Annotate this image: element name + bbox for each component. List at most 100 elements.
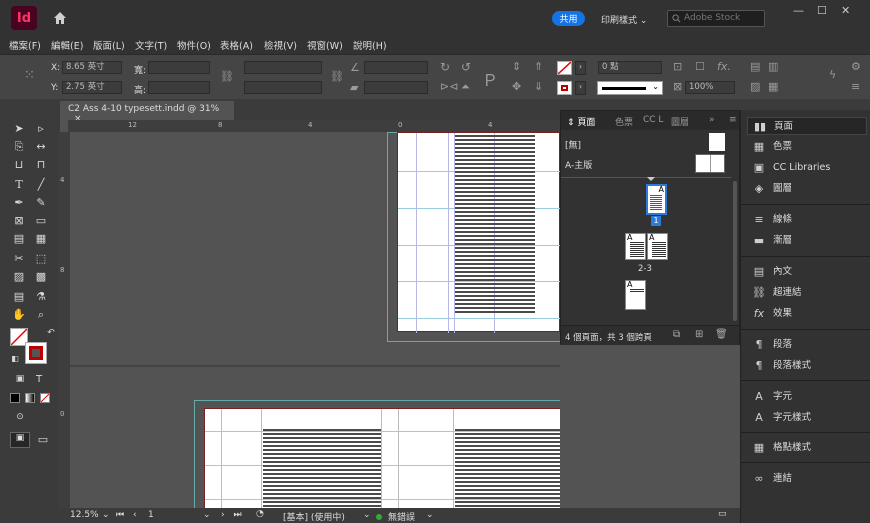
preview-toggle-icon[interactable]: ⊙ <box>12 412 28 422</box>
table-tool-icon[interactable]: ▤ <box>11 232 27 245</box>
settings-gear-icon[interactable]: ⚙ <box>851 60 861 73</box>
fit-frame-icon[interactable]: ⊡ <box>673 60 682 73</box>
page-tool-icon[interactable]: ⎘ <box>11 140 27 154</box>
apply-none-icon[interactable] <box>40 393 50 403</box>
stroke-type-select[interactable]: ⌄ <box>597 81 663 95</box>
new-page-icon[interactable]: ⊞ <box>695 329 703 340</box>
dock-links[interactable]: ∞ 連結 <box>747 470 867 488</box>
none-master-label[interactable]: [無] <box>565 138 581 151</box>
text-frame[interactable] <box>455 429 560 508</box>
dock-paragraph[interactable]: ¶ 段落 <box>747 336 867 354</box>
fill-menu-button[interactable]: › <box>575 61 586 75</box>
scale-y-field[interactable] <box>244 81 322 94</box>
next-page-icon[interactable]: › ⏭ <box>221 510 245 520</box>
adobe-stock-search[interactable]: Adobe Stock <box>667 10 765 27</box>
menu-file[interactable]: 檔案(F) <box>9 38 41 52</box>
gradient-swatch-tool-icon[interactable]: ▨ <box>11 270 27 283</box>
preflight-icon[interactable]: ◔ <box>256 509 264 519</box>
pages-scrollbar[interactable] <box>733 181 737 321</box>
rotate-ccw-icon[interactable]: ↺ <box>461 60 471 74</box>
delete-page-icon[interactable]: 🗑 <box>715 329 728 340</box>
page-3-thumb[interactable]: A <box>647 233 668 260</box>
lightning-icon[interactable]: ϟ <box>829 68 836 81</box>
rectangle-tool-icon[interactable]: ▭ <box>33 214 49 227</box>
home-icon[interactable] <box>52 10 68 26</box>
gap-tool-icon[interactable]: ↔ <box>33 140 49 153</box>
page-chevron-icon[interactable]: ⌄ <box>203 510 211 520</box>
dock-grid-styles[interactable]: ▦ 格點樣式 <box>747 439 867 457</box>
menu-type[interactable]: 文字(T) <box>135 38 167 52</box>
select-previous-icon[interactable]: ✥ <box>512 80 521 93</box>
fx-icon[interactable]: fx. <box>717 60 731 73</box>
edit-page-size-icon[interactable]: ⧉ <box>673 329 680 340</box>
apply-color-icon[interactable] <box>10 393 20 403</box>
pen-tool-icon[interactable]: ✒ <box>11 196 27 209</box>
stroke-weight-field[interactable]: 0 點 <box>598 61 662 74</box>
select-content-icon[interactable]: ⇑ <box>534 60 543 73</box>
dock-effects[interactable]: fx 效果 <box>747 305 867 323</box>
workspace-switcher[interactable]: 印刷樣式 ⌄ <box>601 13 647 26</box>
window-layout-icon[interactable]: ▭ <box>718 509 727 519</box>
text-frame[interactable] <box>263 429 381 508</box>
rotate-field[interactable] <box>364 61 428 74</box>
page-number-field[interactable]: 1 <box>148 510 154 520</box>
page-1-number[interactable]: 1 <box>651 216 661 226</box>
formatting-container-icon[interactable]: ▣ <box>12 374 28 384</box>
select-next-icon[interactable]: ⇓ <box>534 80 543 93</box>
scissors-tool-icon[interactable]: ✂ <box>11 252 27 265</box>
menu-edit[interactable]: 編輯(E) <box>51 38 83 52</box>
fill-swatch[interactable] <box>557 61 572 75</box>
reference-point-icon[interactable]: ⁙ <box>24 68 35 83</box>
dock-hyperlinks[interactable]: ⛓ 超連結 <box>747 284 867 302</box>
default-colors-icon[interactable]: ◧ <box>7 354 23 363</box>
collapse-panel-icon[interactable]: » <box>709 115 715 125</box>
preflight-profile[interactable]: [基本] (使用中) <box>283 510 345 523</box>
formatting-text-icon[interactable]: T <box>31 374 47 385</box>
close-window-icon[interactable]: ✕ <box>841 4 850 17</box>
shear-field[interactable] <box>364 81 428 94</box>
grid-icon[interactable]: ▦ <box>768 80 778 93</box>
dock-gradient[interactable]: ▬ 漸層 <box>747 232 867 250</box>
menu-object[interactable]: 物件(O) <box>177 38 211 52</box>
screen-mode-icon[interactable]: ▭ <box>35 433 51 446</box>
tab-cc-libraries[interactable]: CC L <box>643 115 663 125</box>
pencil-tool-icon[interactable]: ✎ <box>33 196 49 209</box>
zoom-level[interactable]: 12.5% <box>70 510 99 520</box>
dock-swatches[interactable]: ▦ 色票 <box>747 138 867 156</box>
constrain-proportions-icon[interactable]: ⛓ <box>220 70 234 83</box>
dock-character-styles[interactable]: A 字元樣式 <box>747 409 867 427</box>
share-button[interactable]: 共用 <box>552 11 585 26</box>
free-transform-tool-icon[interactable]: ⬚ <box>33 252 49 265</box>
first-page-icon[interactable]: ⏮ ‹ <box>116 510 140 520</box>
page-4-thumb[interactable]: A <box>625 280 646 310</box>
width-field[interactable] <box>148 61 210 74</box>
line-tool-icon[interactable]: ╱ <box>33 178 49 191</box>
page-2-thumb[interactable]: A <box>625 233 646 260</box>
y-position-field[interactable]: 2.75 英寸 <box>62 81 122 94</box>
zoom-opacity-field[interactable]: 100% <box>685 81 735 94</box>
align-left-icon[interactable]: ▤ <box>750 60 760 73</box>
dock-cc-libraries[interactable]: ▣ CC Libraries <box>747 159 867 177</box>
minimize-icon[interactable]: — <box>793 4 804 17</box>
content-collector-icon[interactable]: ⊔ <box>11 158 27 171</box>
menu-view[interactable]: 檢視(V) <box>264 38 297 52</box>
error-chevron-icon[interactable]: ⌄ <box>426 510 434 520</box>
rotate-cw-icon[interactable]: ↻ <box>440 60 450 74</box>
flip-vertical-icon[interactable]: ⏶ <box>461 80 470 94</box>
rectangle-frame-tool-icon[interactable]: ⊠ <box>11 214 27 227</box>
frame-fitting-icon[interactable]: ☐ <box>695 60 705 73</box>
tab-swatches[interactable]: 色票 <box>615 115 633 128</box>
text-frame[interactable] <box>455 135 535 313</box>
tab-pages[interactable]: ⇕ 頁面 <box>567 115 595 128</box>
type-tool-icon[interactable]: T <box>11 178 27 191</box>
document-canvas[interactable] <box>70 132 560 508</box>
menu-window[interactable]: 視窗(W) <box>307 38 343 52</box>
master-a-thumb[interactable] <box>695 154 725 173</box>
eyedropper-tool-icon[interactable]: ⚗ <box>33 290 49 303</box>
panel-menu-icon[interactable]: ≡ <box>729 115 737 125</box>
stroke-swatch[interactable] <box>557 81 572 95</box>
selection-tool-icon[interactable]: ➤ <box>11 122 27 135</box>
constrain-scale-icon[interactable]: ⛓ <box>330 70 344 83</box>
stroke-color-icon[interactable] <box>25 342 47 364</box>
dock-layers[interactable]: ◈ 圖層 <box>747 180 867 198</box>
